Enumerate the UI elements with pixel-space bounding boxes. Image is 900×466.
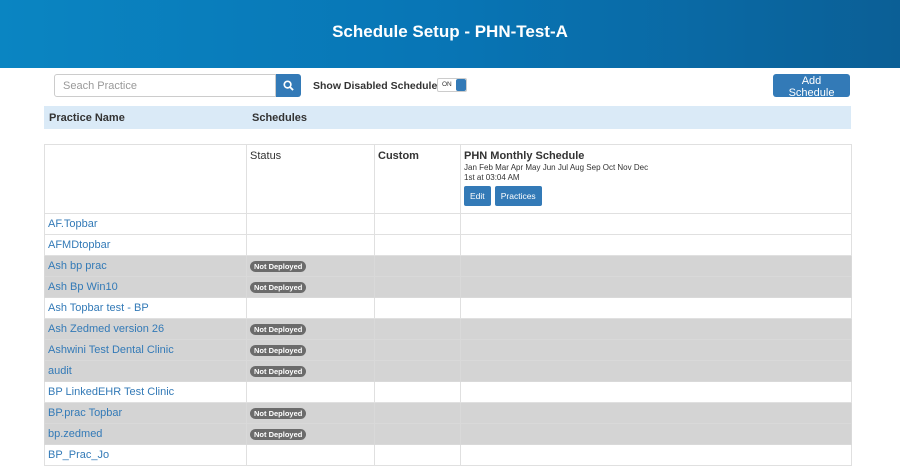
- custom-cell: [374, 381, 461, 403]
- practice-name-link[interactable]: Ash Topbar test - BP: [44, 297, 247, 319]
- status-badge: Not Deployed: [250, 408, 307, 419]
- status-cell: Not Deployed: [246, 318, 375, 340]
- practice-name-header: Practice Name: [49, 112, 125, 124]
- schedule-cell: [460, 381, 852, 403]
- table-row: Ash Topbar test - BP: [44, 297, 852, 319]
- table-row: Ashwini Test Dental Clinic Not Deployed: [44, 339, 852, 361]
- table-row: bp.zedmed Not Deployed: [44, 423, 852, 445]
- schedule-column-header: PHN Monthly Schedule Jan Feb Mar Apr May…: [460, 144, 852, 214]
- add-schedule-button[interactable]: Add Schedule: [773, 74, 850, 99]
- status-cell: Not Deployed: [246, 402, 375, 424]
- practice-name-link[interactable]: Ash Zedmed version 26: [44, 318, 247, 340]
- status-cell: [246, 297, 375, 319]
- schedule-months: Jan Feb Mar Apr May Jun Jul Aug Sep Oct …: [464, 163, 649, 172]
- search-button[interactable]: [276, 74, 301, 97]
- table-row: AF.Topbar: [44, 213, 852, 235]
- status-badge: Not Deployed: [250, 429, 307, 440]
- schedule-cell: [460, 360, 852, 382]
- toggle-state-text: ON: [442, 81, 452, 88]
- practice-name-link[interactable]: BP LinkedEHR Test Clinic: [44, 381, 247, 403]
- practice-name-link[interactable]: Ash Bp Win10: [44, 276, 247, 298]
- custom-cell: [374, 234, 461, 256]
- custom-column-header: Custom: [374, 144, 461, 214]
- practice-name-link[interactable]: AF.Topbar: [44, 213, 247, 235]
- practice-name-link[interactable]: BP.prac Topbar: [44, 402, 247, 424]
- edit-schedule-button[interactable]: Edit: [464, 186, 491, 206]
- search-icon: [283, 80, 294, 91]
- show-disabled-label: Show Disabled Schedules: [313, 80, 444, 92]
- custom-cell: [374, 360, 461, 382]
- practice-column-header: [44, 144, 247, 214]
- custom-cell: [374, 318, 461, 340]
- practice-name-link[interactable]: BP_Prac_Jo: [44, 444, 247, 466]
- custom-cell: [374, 339, 461, 361]
- status-badge: Not Deployed: [250, 261, 307, 272]
- schedule-title: PHN Monthly Schedule: [464, 150, 585, 162]
- practice-name-link[interactable]: audit: [44, 360, 247, 382]
- status-badge: Not Deployed: [250, 345, 307, 356]
- custom-cell: [374, 276, 461, 298]
- schedule-time: 1st at 03:04 AM: [464, 173, 520, 182]
- status-badge: Not Deployed: [250, 366, 307, 377]
- practice-name-link[interactable]: Ash bp prac: [44, 255, 247, 277]
- table-row: BP LinkedEHR Test Clinic: [44, 381, 852, 403]
- schedule-cell: [460, 402, 852, 424]
- status-cell: Not Deployed: [246, 276, 375, 298]
- schedule-cell: [460, 255, 852, 277]
- status-badge: Not Deployed: [250, 324, 307, 335]
- schedule-cell: [460, 276, 852, 298]
- toggle-knob: [456, 79, 466, 91]
- table-row: Ash Bp Win10 Not Deployed: [44, 276, 852, 298]
- custom-cell: [374, 213, 461, 235]
- custom-cell: [374, 423, 461, 445]
- custom-cell: [374, 402, 461, 424]
- table-row: Ash bp prac Not Deployed: [44, 255, 852, 277]
- status-cell: Not Deployed: [246, 339, 375, 361]
- table-row: BP.prac Topbar Not Deployed: [44, 402, 852, 424]
- status-cell: [246, 444, 375, 466]
- page-title: Schedule Setup - PHN-Test-A: [332, 22, 568, 41]
- schedules-header: Schedules: [252, 112, 308, 124]
- schedule-cell: [460, 423, 852, 445]
- practice-name-link[interactable]: AFMDtopbar: [44, 234, 247, 256]
- schedule-practices-button[interactable]: Practices: [494, 186, 542, 206]
- status-cell: [246, 381, 375, 403]
- status-column-header: Status: [246, 144, 375, 214]
- schedule-cell: [460, 318, 852, 340]
- status-cell: Not Deployed: [246, 255, 375, 277]
- status-cell: Not Deployed: [246, 360, 375, 382]
- status-cell: [246, 213, 375, 235]
- schedule-cell: [460, 339, 852, 361]
- custom-cell: [374, 255, 461, 277]
- column-header-row: Practice Name Schedules: [44, 106, 851, 129]
- table-row: Ash Zedmed version 26 Not Deployed: [44, 318, 852, 340]
- header-bar: Schedule Setup - PHN-Test-A: [0, 0, 900, 68]
- status-cell: Not Deployed: [246, 423, 375, 445]
- status-badge: Not Deployed: [250, 282, 307, 293]
- custom-cell: [374, 297, 461, 319]
- table-row: audit Not Deployed: [44, 360, 852, 382]
- status-cell: [246, 234, 375, 256]
- search-input[interactable]: [54, 74, 276, 97]
- schedule-cell: [460, 213, 852, 235]
- custom-cell: [374, 444, 461, 466]
- practice-name-link[interactable]: bp.zedmed: [44, 423, 247, 445]
- table-row: AFMDtopbar: [44, 234, 852, 256]
- schedule-cell: [460, 297, 852, 319]
- schedule-grid: Status Custom PHN Monthly Schedule Jan F…: [44, 144, 852, 466]
- schedule-cell: [460, 234, 852, 256]
- show-disabled-toggle[interactable]: ON: [437, 78, 467, 92]
- practice-name-link[interactable]: Ashwini Test Dental Clinic: [44, 339, 247, 361]
- table-row: BP_Prac_Jo: [44, 444, 852, 466]
- grid-header-row: Status Custom PHN Monthly Schedule Jan F…: [44, 144, 852, 214]
- schedule-cell: [460, 444, 852, 466]
